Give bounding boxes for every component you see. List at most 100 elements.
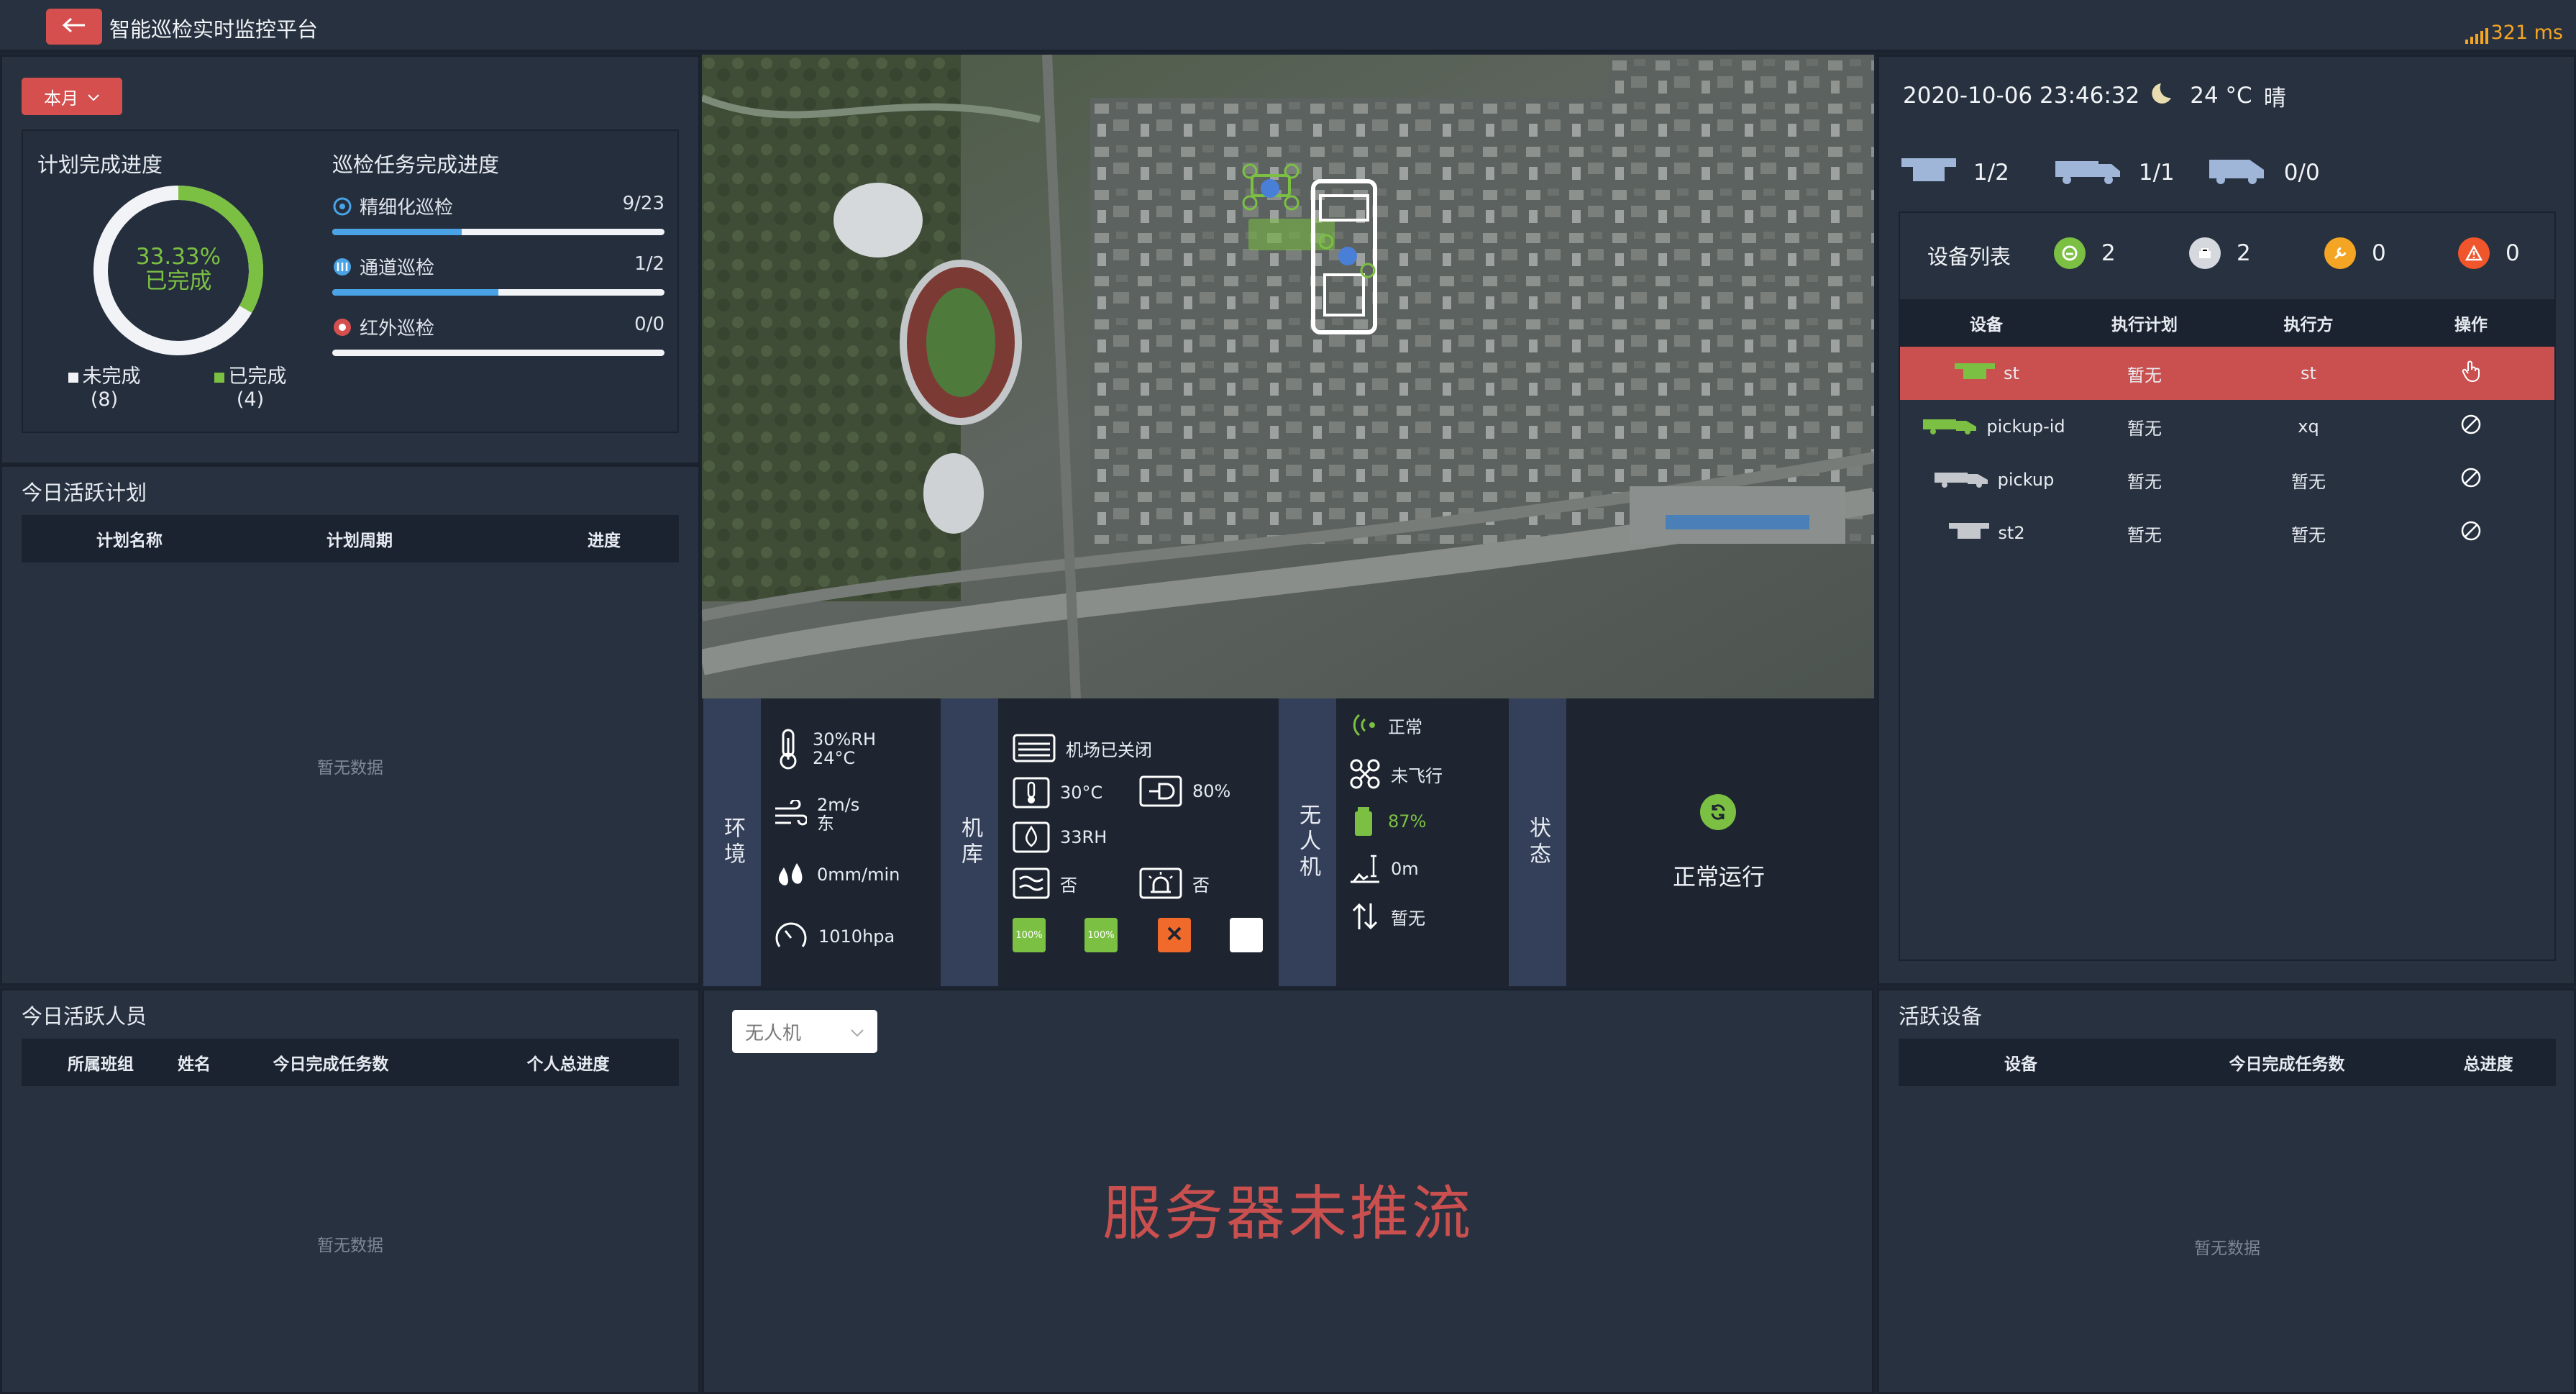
task-infrared-label: 红外巡检 (332, 314, 434, 340)
gauge-icon (774, 919, 808, 954)
drone-flight-value: 未飞行 (1391, 765, 1443, 786)
task-channel-value: 1/2 (634, 253, 664, 275)
col-plan-cycle: 计划周期 (326, 532, 393, 550)
device-row-st2[interactable]: st2 暂无 暂无 (1900, 506, 2554, 560)
status-alert: 0 (2458, 237, 2520, 269)
completion-label: 已完成 (145, 268, 212, 294)
map-stadium (833, 183, 923, 258)
disabled-icon[interactable] (2406, 466, 2536, 493)
task-infrared-text: 红外巡检 (360, 318, 435, 340)
today-people-empty: 暂无数据 (317, 1236, 383, 1255)
col-device: 设备 (1970, 316, 2003, 334)
env-label: 环境 (703, 698, 761, 986)
task-fine-text: 精细化巡检 (360, 197, 454, 219)
today-plans-empty: 暂无数据 (317, 759, 383, 778)
hand-pointer-icon[interactable] (2406, 360, 2536, 387)
hangar-battery-1: 100% (1013, 918, 1046, 952)
pickup-truck-icon (1933, 467, 1991, 493)
hangar-count-icon (1899, 154, 1959, 191)
completion-text: 33.33% 已完成 (89, 245, 268, 293)
task-progress-title: 巡检任务完成进度 (332, 152, 500, 177)
active-devices-title: 活跃设备 (1899, 1004, 1983, 1029)
back-button[interactable] (46, 9, 102, 45)
device-row-pickup-id[interactable]: pickup-id 暂无 xq (1900, 400, 2554, 453)
device-name: st (2004, 363, 2019, 383)
channel-icon (332, 257, 352, 277)
drone-speed: 暂无 (1349, 901, 1425, 932)
alarm-light-icon (1139, 867, 1182, 899)
env-wind-dir: 东 (817, 814, 834, 834)
wrench-icon (1166, 925, 1183, 945)
drone-signal-value: 正常 (1388, 716, 1422, 737)
drone-icon (1953, 360, 1996, 386)
period-select[interactable]: 本月 (22, 78, 122, 115)
disabled-icon[interactable] (2406, 413, 2536, 440)
device-row-pickup[interactable]: pickup 暂无 暂无 (1900, 453, 2554, 506)
status-maintenance: 0 (2324, 237, 2386, 269)
col-plan-progress: 进度 (588, 532, 621, 550)
legend-complete: 已完成 (4) (207, 365, 293, 411)
drone-icon (1349, 758, 1381, 790)
map-arena (923, 453, 984, 534)
video-source-select[interactable]: 无人机 (732, 1010, 877, 1053)
today-plans-title: 今日活跃计划 (22, 480, 147, 505)
env-wind-speed: 2m/s (817, 795, 860, 815)
task-fine-value: 9/23 (622, 193, 664, 214)
arrow-left-icon (62, 17, 86, 37)
task-infrared-bar (332, 350, 664, 356)
env-rain-value: 0mm/min (817, 865, 900, 885)
infrared-icon (332, 317, 352, 337)
wind-icon (774, 800, 807, 829)
status-online-count: 2 (2101, 240, 2116, 266)
hangar-humidity-value: 33RH (1060, 827, 1107, 847)
task-channel-text: 通道巡检 (360, 258, 435, 279)
warning-status-icon (2458, 237, 2490, 269)
drone-speed-value: 暂无 (1391, 908, 1425, 929)
weather-temp: 24 °C (2190, 83, 2252, 109)
idle-status-icon (2189, 237, 2221, 269)
hangar-flag-a: 否 (1013, 867, 1077, 899)
top-bar (0, 0, 2576, 52)
drone-icon (1947, 520, 1991, 546)
env-pressure: 1010hpa (774, 919, 895, 954)
wrench-status-icon (2324, 237, 2356, 269)
hangar-flag-b: 否 (1139, 867, 1210, 899)
satellite-map[interactable] (702, 55, 1874, 698)
target-icon (332, 196, 352, 217)
online-status-icon (2054, 237, 2086, 269)
drone-flight: 未飞行 (1349, 758, 1443, 790)
col-active-total-progress: 总进度 (2463, 1055, 2513, 1074)
hangar-charge-value: 80% (1192, 781, 1231, 801)
legend-swatch-complete (214, 373, 224, 383)
device-name: pickup (1997, 470, 2055, 490)
hangar-drop-icon (1013, 821, 1050, 853)
env-temperature: 24°C (813, 748, 856, 768)
datetime: 2020-10-06 23:46:32 (1903, 83, 2140, 109)
hangar-temperature: 30°C (1013, 777, 1102, 808)
map-urban-ne (1608, 55, 1874, 314)
task-channel-label: 通道巡检 (332, 253, 434, 280)
drone-battery: 87% (1349, 806, 1426, 837)
device-row-st[interactable]: st 暂无 st (1900, 347, 2554, 400)
drone-signal: 正常 (1349, 711, 1422, 739)
device-plan: 暂无 (2127, 365, 2162, 386)
thermometer-icon (774, 728, 803, 770)
task-fine-label: 精细化巡检 (332, 193, 453, 219)
van-count-icon (2206, 154, 2270, 191)
hangar-door: 机场已关闭 (1013, 734, 1152, 762)
col-name: 姓名 (178, 1055, 211, 1074)
col-plan-name: 计划名称 (96, 532, 163, 550)
truck-count: 1/1 (2138, 160, 2175, 186)
hangar-humidity: 33RH (1013, 821, 1107, 853)
ping-indicator: 321 ms (2465, 22, 2563, 44)
raindrops-icon (774, 860, 807, 889)
hangar-flag-a-value: 否 (1060, 875, 1077, 896)
device-list-title: 设备列表 (1927, 245, 2011, 269)
disabled-icon[interactable] (2406, 519, 2536, 547)
col-executor: 执行方 (2283, 316, 2334, 334)
drone-battery-value: 87% (1388, 811, 1427, 832)
drone-altitude-value: 0m (1391, 859, 1419, 879)
status-idle-count: 2 (2237, 240, 2251, 266)
task-fine-bar (332, 229, 664, 235)
col-active-device: 设备 (2004, 1055, 2037, 1074)
